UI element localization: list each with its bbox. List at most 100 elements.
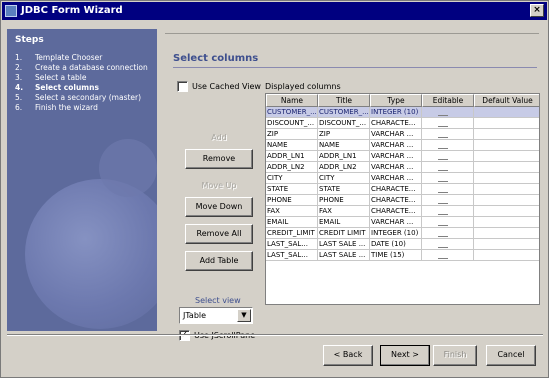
- cell-default-value[interactable]: [474, 184, 539, 195]
- cell-editable[interactable]: [422, 206, 474, 217]
- chevron-down-icon[interactable]: ▼: [237, 309, 251, 322]
- cell-editable[interactable]: [422, 129, 474, 140]
- table-row[interactable]: EMAIL EMAIL VARCHAR ...: [266, 217, 539, 228]
- cell-title: CITY: [318, 173, 370, 184]
- editable-checkbox[interactable]: [438, 132, 448, 138]
- cell-default-value[interactable]: [474, 151, 539, 162]
- table-row[interactable]: FAX FAX CHARACTE...: [266, 206, 539, 217]
- cell-title: FAX: [318, 206, 370, 217]
- steps-panel: Steps 1. Template Chooser 2. Create a data…: [7, 29, 157, 331]
- editable-checkbox[interactable]: [438, 121, 448, 127]
- table-row[interactable]: DISCOUNT_... DISCOUNT_... CHARACTE...: [266, 118, 539, 129]
- cell-default-value[interactable]: [474, 129, 539, 140]
- cell-default-value[interactable]: [474, 250, 539, 261]
- add-all-button[interactable]: Add Table: [185, 251, 253, 271]
- cell-name: CREDIT_LIMIT: [266, 228, 318, 239]
- steps-title: Steps: [15, 35, 44, 45]
- cell-name: LAST_SAL...: [266, 239, 318, 250]
- table-row[interactable]: ZIP ZIP VARCHAR ...: [266, 129, 539, 140]
- cell-default-value[interactable]: [474, 239, 539, 250]
- editable-checkbox[interactable]: [438, 176, 448, 182]
- cell-editable[interactable]: [422, 217, 474, 228]
- cell-name: ADDR_LN2: [266, 162, 318, 173]
- cell-editable[interactable]: [422, 250, 474, 261]
- cell-default-value[interactable]: [474, 206, 539, 217]
- cell-editable[interactable]: [422, 228, 474, 239]
- column-header-editable[interactable]: Editable: [422, 94, 474, 107]
- close-icon[interactable]: ×: [530, 4, 544, 17]
- back-button[interactable]: < Back: [323, 345, 373, 366]
- editable-checkbox[interactable]: [438, 165, 448, 171]
- cell-type: CHARACTE...: [370, 206, 422, 217]
- cancel-button[interactable]: Cancel: [486, 345, 536, 366]
- add-button[interactable]: Add: [185, 129, 253, 149]
- table-row[interactable]: CUSTOMER_... CUSTOMER_... INTEGER (10): [266, 107, 539, 118]
- editable-checkbox[interactable]: [438, 154, 448, 160]
- cell-editable[interactable]: [422, 162, 474, 173]
- cell-title: EMAIL: [318, 217, 370, 228]
- table-row[interactable]: STATE STATE CHARACTE...: [266, 184, 539, 195]
- cell-name: ZIP: [266, 129, 318, 140]
- editable-checkbox[interactable]: [438, 231, 448, 237]
- cell-type: VARCHAR ...: [370, 217, 422, 228]
- editable-checkbox[interactable]: [438, 143, 448, 149]
- move-up-button[interactable]: Move Up: [185, 177, 253, 197]
- use-cached-view-checkbox[interactable]: [177, 81, 188, 92]
- cell-default-value[interactable]: [474, 118, 539, 129]
- finish-button[interactable]: Finish: [433, 345, 477, 366]
- table-row[interactable]: NAME NAME VARCHAR ...: [266, 140, 539, 151]
- cell-default-value[interactable]: [474, 217, 539, 228]
- columns-table[interactable]: Name Title Type Editable Default Value C…: [265, 93, 540, 305]
- table-row[interactable]: PHONE PHONE CHARACTE...: [266, 195, 539, 206]
- cell-default-value[interactable]: [474, 173, 539, 184]
- editable-checkbox[interactable]: [438, 187, 448, 193]
- column-header-default-value[interactable]: Default Value: [474, 94, 539, 107]
- select-view-dropdown[interactable]: JTable ▼: [179, 307, 253, 324]
- cell-name: CUSTOMER_...: [266, 107, 318, 118]
- cell-title: CREDIT LIMIT: [318, 228, 370, 239]
- cell-default-value[interactable]: [474, 107, 539, 118]
- editable-checkbox[interactable]: [438, 220, 448, 226]
- table-row[interactable]: LAST_SAL... LAST SALE ... TIME (15): [266, 250, 539, 261]
- editable-checkbox[interactable]: [438, 253, 448, 259]
- next-button[interactable]: Next >: [380, 345, 430, 366]
- decorative-circle: [25, 179, 157, 329]
- step-item: 3. Select a table: [15, 73, 87, 82]
- cell-editable[interactable]: [422, 239, 474, 250]
- table-row[interactable]: LAST_SAL... LAST SALE ... DATE (10): [266, 239, 539, 250]
- title-bar[interactable]: JDBC Form Wizard ×: [2, 2, 547, 20]
- cell-name: NAME: [266, 140, 318, 151]
- column-header-title[interactable]: Title: [318, 94, 370, 107]
- cell-name: CITY: [266, 173, 318, 184]
- table-row[interactable]: ADDR_LN1 ADDR_LN1 VARCHAR ...: [266, 151, 539, 162]
- cell-editable[interactable]: [422, 118, 474, 129]
- cell-title: PHONE: [318, 195, 370, 206]
- editable-checkbox[interactable]: [438, 198, 448, 204]
- cell-editable[interactable]: [422, 107, 474, 118]
- cell-type: VARCHAR ...: [370, 129, 422, 140]
- select-view-label: Select view: [195, 296, 241, 305]
- table-row[interactable]: CITY CITY VARCHAR ...: [266, 173, 539, 184]
- cell-default-value[interactable]: [474, 140, 539, 151]
- editable-checkbox[interactable]: [438, 110, 448, 116]
- cell-name: STATE: [266, 184, 318, 195]
- remove-button[interactable]: Remove: [185, 149, 253, 169]
- cell-default-value[interactable]: [474, 228, 539, 239]
- cell-editable[interactable]: [422, 195, 474, 206]
- cell-editable[interactable]: [422, 140, 474, 151]
- cell-editable[interactable]: [422, 184, 474, 195]
- remove-all-button[interactable]: Remove All: [185, 224, 253, 244]
- cell-editable[interactable]: [422, 173, 474, 184]
- column-header-name[interactable]: Name: [266, 94, 318, 107]
- table-row[interactable]: CREDIT_LIMIT CREDIT LIMIT INTEGER (10): [266, 228, 539, 239]
- column-header-type[interactable]: Type: [370, 94, 422, 107]
- table-row[interactable]: ADDR_LN2 ADDR_LN2 VARCHAR ...: [266, 162, 539, 173]
- editable-checkbox[interactable]: [438, 242, 448, 248]
- cell-default-value[interactable]: [474, 162, 539, 173]
- cell-default-value[interactable]: [474, 195, 539, 206]
- move-down-button[interactable]: Move Down: [185, 197, 253, 217]
- cell-editable[interactable]: [422, 151, 474, 162]
- cell-type: CHARACTE...: [370, 118, 422, 129]
- cell-type: VARCHAR ...: [370, 162, 422, 173]
- editable-checkbox[interactable]: [438, 209, 448, 215]
